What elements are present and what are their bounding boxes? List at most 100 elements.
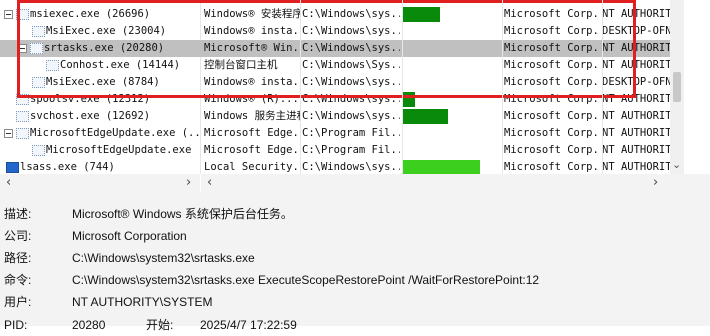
- process-name: svchost.exe (12692): [30, 110, 151, 122]
- process-tree-row[interactable]: MicrosoftEdgeUpdate.exe: [0, 142, 200, 159]
- pid-value: 20280: [72, 318, 106, 332]
- process-path-cell: C:\Windows\sys...: [302, 25, 400, 37]
- tree-horizontal-scrollbar[interactable]: ‹ ›: [0, 174, 200, 192]
- process-icon: [32, 145, 45, 156]
- process-path-cell: C:\Windows\sys...: [302, 8, 400, 20]
- column-separator[interactable]: [502, 0, 503, 174]
- process-icon: [16, 9, 29, 20]
- process-detail-row[interactable]: Windows 服务主进程 C:\Windows\sys... Microsoft …: [200, 108, 670, 125]
- process-icon: [16, 111, 29, 122]
- process-user-cell: NT AUTHORITY\: [602, 59, 670, 71]
- process-detail-row[interactable]: Microsoft® Win...C:\Windows\sys... Micros…: [200, 40, 670, 57]
- process-icon: [16, 94, 29, 105]
- collapse-toggle-icon[interactable]: [4, 10, 13, 19]
- process-tree-row[interactable]: svchost.exe (12692): [0, 108, 200, 125]
- column-separator[interactable]: [402, 0, 403, 174]
- process-user-cell: NT AUTHORITY\: [602, 42, 670, 54]
- process-company-cell: Microsoft Corp...: [504, 161, 600, 173]
- process-columns-pane: Windows® 安装程序 C:\Windows\sys... Microsoft …: [200, 0, 670, 174]
- process-tree-row[interactable]: Conhost.exe (14144): [0, 57, 200, 74]
- process-path-cell: C:\Windows\sys...: [302, 161, 400, 173]
- process-tree-row[interactable]: MsiExec.exe (23004): [0, 23, 200, 40]
- process-company-cell: Microsoft Corp...: [504, 144, 600, 156]
- process-name: srtasks.exe (20280): [44, 42, 165, 54]
- process-path-cell: C:\Windows\sys...: [302, 42, 400, 54]
- cpu-usage-bar: [402, 92, 415, 107]
- process-description-cell: Windows® insta...: [204, 25, 300, 37]
- process-name: MicrosoftEdgeUpdate.exe: [46, 144, 192, 156]
- process-company-cell: Microsoft Corp...: [504, 42, 600, 54]
- process-user-cell: NT AUTHORITY\: [602, 127, 670, 139]
- process-detail-row[interactable]: Windows® insta...C:\Windows\sys... Micros…: [200, 23, 670, 40]
- process-detail-row[interactable]: 控制台窗口主机 C:\Windows\Sys... Microsoft Corp..…: [200, 57, 670, 74]
- collapse-toggle-icon[interactable]: [18, 44, 27, 53]
- scroll-right-arrow-icon[interactable]: ›: [653, 174, 658, 192]
- process-path-cell: C:\Program Fil...: [302, 144, 400, 156]
- start-value: 2025/4/7 17:22:59: [200, 318, 297, 332]
- process-description-cell: Microsoft Edge...: [204, 144, 300, 156]
- process-tree-row[interactable]: msiexec.exe (26696): [0, 6, 200, 23]
- company-value: Microsoft Corporation: [72, 229, 187, 243]
- path-value: C:\Windows\system32\srtasks.exe: [72, 251, 255, 265]
- process-user-cell: DESKTOP-OFNI: [602, 76, 670, 88]
- process-name: MsiExec.exe (8784): [46, 76, 160, 88]
- process-detail-row[interactable]: Microsoft Edge...C:\Program Fil... Micros…: [200, 142, 670, 159]
- process-user-cell: NT AUTHORITY\: [602, 8, 670, 20]
- scroll-left-arrow-icon[interactable]: ‹: [6, 174, 11, 192]
- columns-horizontal-scrollbar[interactable]: ‹ ›: [201, 174, 671, 192]
- vertical-scrollbar[interactable]: ⌄: [670, 0, 684, 174]
- process-icon: [16, 128, 29, 139]
- process-description-cell: Windows 服务主进程: [204, 110, 300, 122]
- scrollbar-corner: [671, 174, 710, 192]
- process-company-cell: Microsoft Corp...: [504, 93, 600, 105]
- process-company-cell: Microsoft Corp...: [504, 59, 600, 71]
- scroll-down-arrow-icon[interactable]: ⌄: [672, 158, 681, 171]
- cpu-usage-bar: [402, 109, 448, 124]
- process-name: MsiExec.exe (23004): [46, 25, 167, 37]
- process-path-cell: C:\Program Fil...: [302, 127, 400, 139]
- process-tree-row[interactable]: spoolsv.exe (12312): [0, 91, 200, 108]
- cpu-usage-bar: [402, 160, 480, 174]
- process-icon: [32, 26, 45, 37]
- process-detail-row[interactable]: Windows® (R)... C:\Windows\sys... Microsof…: [200, 91, 670, 108]
- user-value: NT AUTHORITY\SYSTEM: [72, 295, 213, 309]
- process-name: spoolsv.exe (12312): [30, 93, 151, 105]
- scroll-left-arrow-icon[interactable]: ‹: [207, 174, 212, 192]
- command-label: 命令:: [4, 273, 32, 287]
- process-tree-pane: msiexec.exe (26696) MsiExec.exe (23004) sr…: [0, 0, 200, 174]
- process-window-icon: [6, 162, 19, 173]
- process-tree-row[interactable]: lsass.exe (744): [0, 159, 200, 174]
- scroll-right-arrow-icon[interactable]: ›: [186, 174, 191, 192]
- process-company-cell: Microsoft Corp...: [504, 8, 600, 20]
- process-detail-row[interactable]: Windows® 安装程序 C:\Windows\sys... Microsoft …: [200, 6, 670, 23]
- process-company-cell: Microsoft Corp...: [504, 127, 600, 139]
- process-detail-row[interactable]: Microsoft Edge...C:\Program Fil... Micros…: [200, 125, 670, 142]
- process-user-cell: NT AUTHORITY\: [602, 93, 670, 105]
- process-path-cell: C:\Windows\sys...: [302, 76, 400, 88]
- process-name: MicrosoftEdgeUpdate.exe (...: [30, 127, 200, 139]
- process-tree-row[interactable]: MicrosoftEdgeUpdate.exe (...: [0, 125, 200, 142]
- process-name: lsass.exe (744): [20, 161, 115, 173]
- column-separator[interactable]: [602, 0, 603, 174]
- process-user-cell: DESKTOP-OFNI: [602, 25, 670, 37]
- cpu-usage-bar: [402, 7, 440, 22]
- process-user-cell: NT AUTHORITY\: [602, 161, 670, 173]
- process-path-cell: C:\Windows\Sys...: [302, 59, 400, 71]
- process-user-cell: NT AUTHORITY\: [602, 110, 670, 122]
- column-separator[interactable]: [300, 0, 301, 174]
- process-detail-row[interactable]: Local Security...C:\Windows\sys... Micros…: [200, 159, 670, 174]
- collapse-toggle-icon[interactable]: [4, 129, 13, 138]
- process-company-cell: Microsoft Corp...: [504, 25, 600, 37]
- vertical-scroll-thumb[interactable]: [673, 72, 681, 102]
- process-description-cell: Microsoft® Win...: [204, 42, 300, 54]
- process-icon: [30, 43, 43, 54]
- process-user-cell: NT AUTHORITY\: [602, 144, 670, 156]
- start-label: 开始:: [146, 318, 174, 332]
- process-description-cell: Local Security...: [204, 161, 300, 173]
- process-name: Conhost.exe (14144): [60, 59, 181, 71]
- process-tree-row[interactable]: srtasks.exe (20280): [0, 40, 200, 57]
- pid-label: PID:: [4, 318, 28, 332]
- company-label: 公司:: [4, 229, 32, 243]
- process-tree-row[interactable]: MsiExec.exe (8784): [0, 74, 200, 91]
- process-detail-row[interactable]: Windows® insta...C:\Windows\sys... Micros…: [200, 74, 670, 91]
